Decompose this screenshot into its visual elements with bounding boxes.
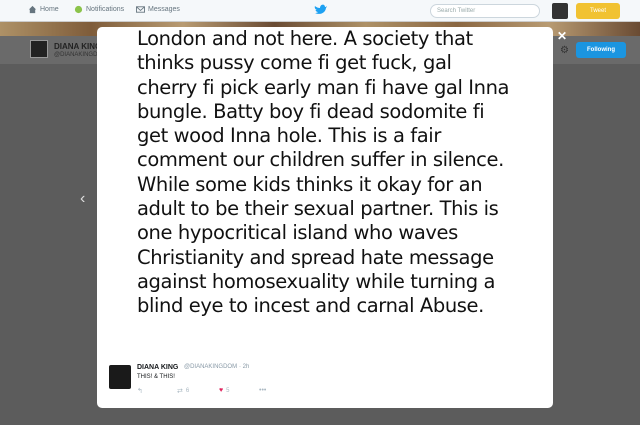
profile-avatar[interactable]	[30, 40, 48, 58]
nav-home-label: Home	[40, 6, 59, 13]
avatar[interactable]	[552, 3, 568, 19]
top-nav: Home Notifications Messages Search Twitt…	[0, 0, 640, 22]
profile-name: DIANA KING	[54, 42, 102, 51]
like-count: 5	[226, 387, 230, 394]
more-icon: •••	[259, 387, 267, 394]
tweet-line: blind eye to incest and carnal Abuse.	[137, 294, 484, 318]
tweet-line: against homosexuality while turning a	[137, 269, 496, 293]
twitter-bird-icon[interactable]	[314, 4, 328, 16]
author-avatar[interactable]	[109, 365, 131, 389]
tweet-button[interactable]: Tweet	[576, 3, 620, 19]
tweet-line: London and not here. A society that	[137, 27, 473, 50]
retweet-button[interactable]: ⇄ 6	[177, 387, 189, 395]
author-name[interactable]: DIANA KING	[137, 364, 178, 371]
tweet-text: London and not here. A society that thin…	[137, 27, 547, 319]
reply-icon: ↰	[137, 388, 143, 395]
tweet-comment: THIS! & THIS!	[137, 374, 175, 380]
tweet-timestamp[interactable]: · 2h	[239, 364, 249, 370]
tweet-line: bungle. Batty boy fi dead sodomite fi	[137, 99, 485, 123]
retweet-count: 6	[185, 388, 190, 394]
home-icon	[28, 5, 37, 14]
nav-messages-label: Messages	[148, 6, 180, 13]
tweet-line: get wood Inna hole. This is a fair	[137, 124, 441, 148]
heart-icon: ♥	[219, 387, 224, 394]
author-handle[interactable]: @DIANAKINGDOM	[184, 364, 237, 370]
gear-icon[interactable]: ⚙	[560, 45, 569, 56]
tweet-line: comment our children suffer in silence.	[137, 148, 504, 172]
nav-messages[interactable]: Messages	[136, 5, 180, 14]
more-button[interactable]: •••	[259, 387, 266, 394]
tweet-actions: ↰ ⇄ 6 ♥ 5 •••	[137, 387, 337, 399]
previous-arrow-icon[interactable]: ‹	[80, 190, 85, 208]
tweet-line: adult to be their sexual partner. This i…	[137, 197, 499, 221]
close-icon[interactable]: ✕	[557, 29, 567, 43]
tweet-line: Christianity and spread hate message	[137, 245, 494, 269]
envelope-icon	[136, 6, 145, 13]
tweet-modal: London and not here. A society that thin…	[97, 27, 553, 408]
following-button[interactable]: Following	[576, 42, 626, 58]
tweet-line: While some kids thinks it okay for an	[137, 172, 483, 196]
nav-home[interactable]: Home	[28, 5, 59, 14]
retweet-icon: ⇄	[177, 388, 183, 395]
reply-button[interactable]: ↰	[137, 387, 143, 395]
nav-notifications[interactable]: Notifications	[74, 5, 124, 14]
tweet-line: cherry fi pick early man fi have gal Inn…	[137, 75, 510, 99]
notifications-icon	[74, 5, 83, 14]
tweet-line: thinks pussy come fi get fuck, gal	[137, 51, 452, 75]
search-input[interactable]: Search Twitter	[430, 4, 540, 18]
like-button[interactable]: ♥ 5	[219, 387, 230, 394]
nav-notifications-label: Notifications	[86, 6, 125, 13]
tweet-line: one hypocritical island who waves	[137, 221, 458, 245]
